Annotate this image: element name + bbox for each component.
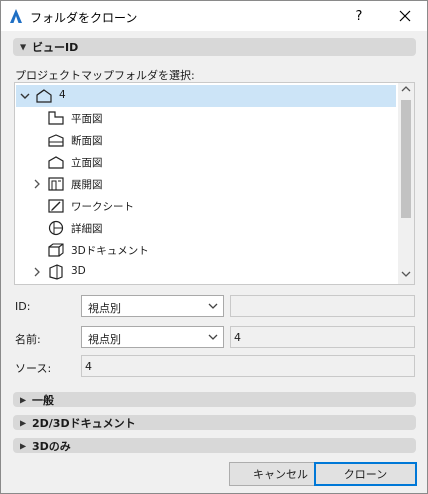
general-section-header[interactable]: ▶ 一般	[13, 392, 416, 407]
select-value: 視点別	[88, 302, 121, 315]
chevron-down-icon	[207, 330, 219, 347]
tree-item-label: 断面図	[71, 135, 103, 147]
section-label: 2D/3Dドキュメント	[32, 416, 136, 430]
tree-item-details[interactable]: 詳細図	[16, 217, 396, 239]
source-field: 4	[81, 355, 415, 377]
section-label: 3Dのみ	[32, 439, 71, 453]
tree-item-3d-documents[interactable]: 3Dドキュメント	[16, 239, 396, 261]
tree-item-label: 3D	[71, 265, 86, 277]
title-bar: フォルダをクローン ?	[1, 1, 427, 31]
tree-item-floor-plans[interactable]: 平面図	[16, 107, 396, 129]
name-label: 名前:	[15, 333, 41, 346]
section-label: 一般	[32, 393, 54, 407]
3d-document-icon	[48, 243, 64, 257]
close-button[interactable]	[385, 1, 425, 31]
tree-item-label: 展開図	[71, 179, 103, 191]
2d-3d-document-section-header[interactable]: ▶ 2D/3Dドキュメント	[13, 415, 416, 430]
3d-icon	[49, 264, 63, 280]
tree-item-label: 3Dドキュメント	[71, 245, 149, 257]
tree-scrollbar[interactable]	[398, 83, 414, 284]
3d-only-section-header[interactable]: ▶ 3Dのみ	[13, 438, 416, 453]
tree-item-interior-elevations[interactable]: 展開図	[16, 173, 396, 195]
tree-item-worksheets[interactable]: ワークシート	[16, 195, 396, 217]
tree-item-4[interactable]: 4	[16, 85, 396, 107]
tree-item-label: 平面図	[71, 113, 103, 125]
tree-item-elevations[interactable]: 立面図	[16, 151, 396, 173]
id-field[interactable]	[230, 295, 415, 317]
tree-item-3d[interactable]: 3D	[16, 261, 396, 283]
house-icon	[36, 89, 52, 103]
clone-folder-dialog: フォルダをクローン ? ▼ ビューID プロジェクトマップフォルダを選択: 4	[0, 0, 428, 494]
window-title: フォルダをクローン	[30, 11, 138, 25]
tree-item-label: 立面図	[71, 157, 103, 169]
scroll-down-icon[interactable]	[398, 268, 414, 284]
chevron-right-icon[interactable]	[31, 177, 43, 191]
chevron-down-icon	[207, 299, 219, 316]
triangle-right-icon: ▶	[20, 418, 27, 427]
name-value: 4	[234, 331, 241, 344]
id-label: ID:	[15, 300, 31, 313]
triangle-right-icon: ▶	[20, 395, 27, 404]
floor-plan-icon	[48, 111, 64, 125]
help-button[interactable]: ?	[339, 1, 379, 31]
interior-elevation-icon	[48, 177, 64, 191]
project-map-tree[interactable]: 4 平面図 断面図 立面図 展開図 ワークシート 詳細図 3Dドキュメント 3D	[14, 82, 415, 285]
detail-icon	[48, 220, 64, 236]
close-icon	[399, 10, 411, 22]
chevron-right-icon[interactable]	[31, 265, 43, 279]
section-label: ビューID	[32, 41, 79, 54]
folder-prompt: プロジェクトマップフォルダを選択:	[15, 69, 195, 82]
name-field[interactable]: 4	[230, 326, 415, 348]
worksheet-icon	[48, 199, 64, 213]
chevron-down-icon: ▼	[20, 42, 27, 52]
source-label: ソース:	[15, 362, 52, 375]
clone-button[interactable]: クローン	[314, 462, 417, 486]
archicad-app-icon	[10, 9, 22, 23]
chevron-down-icon[interactable]	[19, 89, 31, 103]
tree-item-sections[interactable]: 断面図	[16, 129, 396, 151]
id-mode-select[interactable]: 視点別	[81, 295, 224, 317]
view-id-section-header[interactable]: ▼ ビューID	[13, 38, 416, 56]
triangle-right-icon: ▶	[20, 441, 27, 450]
source-value: 4	[85, 360, 92, 373]
elevation-icon	[48, 156, 64, 169]
scroll-up-icon[interactable]	[398, 83, 414, 99]
tree-item-label: 4	[59, 89, 66, 101]
tree-item-label: ワークシート	[71, 201, 134, 213]
tree-item-label: 詳細図	[71, 223, 103, 235]
select-value: 視点別	[88, 333, 121, 346]
scrollbar-thumb[interactable]	[401, 100, 411, 218]
section-icon	[48, 134, 64, 147]
name-mode-select[interactable]: 視点別	[81, 326, 224, 348]
